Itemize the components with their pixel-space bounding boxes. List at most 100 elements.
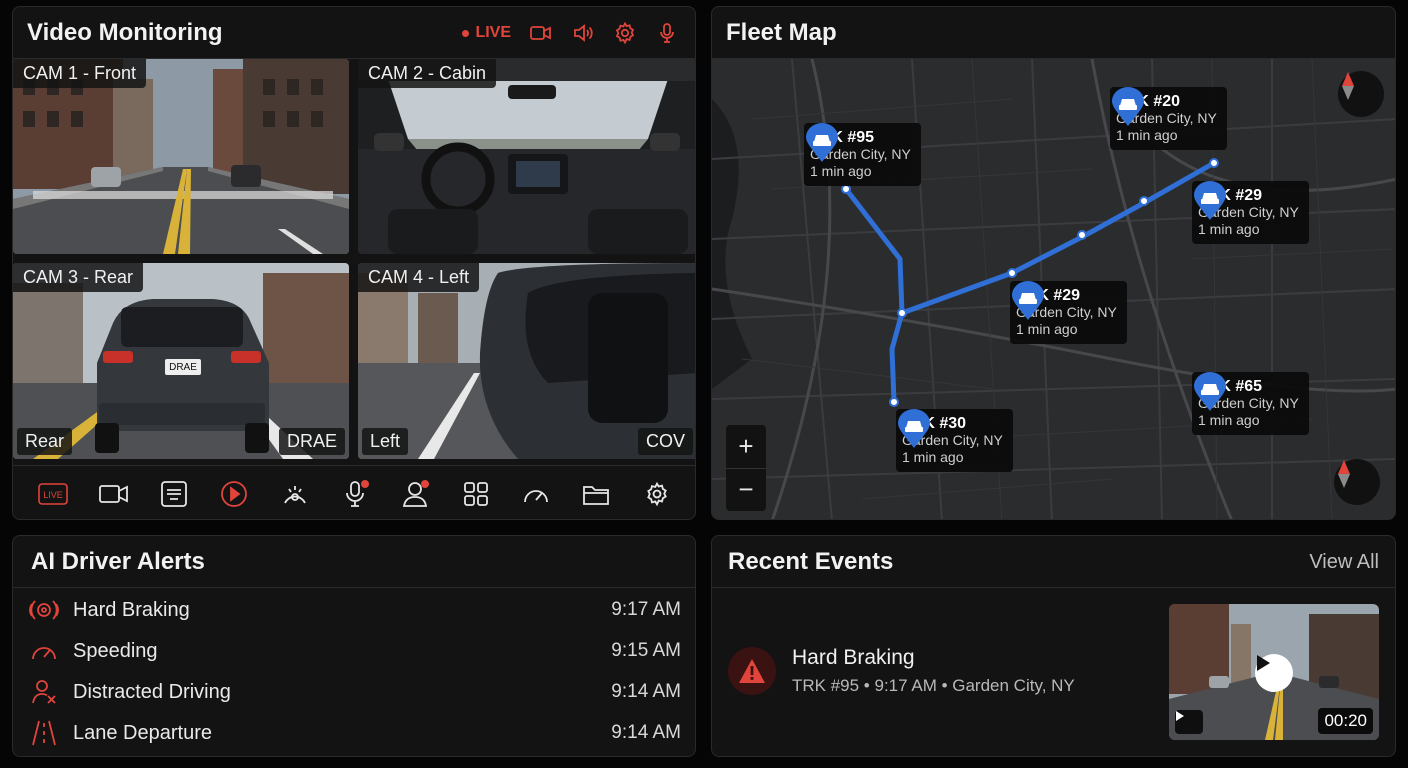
vehicle-marker[interactable]: TRK #30 Garden City, NY 1 min ago [896,409,1013,472]
camera-label: CAM 2 - Cabin [358,59,497,88]
zoom-out-button[interactable]: − [726,469,766,512]
compass-icon [1342,72,1354,100]
map-header: Fleet Map [712,7,1395,59]
marker-time: 1 min ago [1198,221,1260,237]
event-item[interactable]: Hard Braking TRK #95 • 9:17 AM • Garden … [728,646,1075,696]
microphone-icon[interactable] [655,21,679,45]
alert-time: 9:14 AM [611,722,681,743]
camera-tag-right: COV [637,428,693,455]
folder-button[interactable] [576,474,616,514]
distracted-driver-icon [29,677,59,707]
lane-departure-icon [29,718,59,748]
vehicle-marker[interactable]: TRK #29 Garden City, NY 1 min ago [1192,181,1309,244]
hard-braking-icon [29,595,59,625]
camera-tag-left: Left [362,428,409,455]
truck-pin-icon [806,123,838,162]
live-indicator[interactable]: LIVE [462,24,511,42]
truck-pin-icon [1194,181,1226,220]
grid-view-button[interactable] [456,474,496,514]
video-toolbar: LIVE [13,465,695,519]
marker-time: 1 min ago [902,449,964,465]
subtitles-button[interactable] [154,474,194,514]
alert-item[interactable]: Distracted Driving 9:14 AM [13,672,695,712]
alert-time: 9:15 AM [611,640,681,661]
alert-item[interactable]: Speeding 9:15 AM [13,631,695,671]
vehicle-marker[interactable]: TRK #20 Garden City, NY 1 min ago [1110,87,1227,150]
alert-label: Hard Braking [73,598,190,621]
events-title: Recent Events [728,547,894,575]
event-video-thumbnail[interactable]: 00:20 [1169,604,1379,740]
folder-icon [583,485,610,505]
vehicle-marker[interactable]: TRK #29 Garden City, NY 1 min ago [1010,281,1127,344]
gear-icon[interactable] [613,21,637,45]
steering-button[interactable] [275,474,315,514]
live-icon: LIVE [38,482,68,505]
truck-pin-icon [1112,87,1144,126]
toolbar-live-label: LIVE [43,490,63,500]
speedometer-icon [29,636,59,666]
play-button[interactable] [214,474,254,514]
compass-button[interactable] [1338,71,1384,117]
event-subtitle: TRK #95 • 9:17 AM • Garden City, NY [792,676,1075,695]
camera-label: CAM 3 - Rear [13,263,144,292]
map-canvas[interactable]: TRK #95 Garden City, NY 1 min ago TRK #20 G… [712,59,1395,519]
fleet-map-panel: Fleet Map TRK #95 Garden City, NY 1 min … [711,6,1396,520]
camera-feed-cabin[interactable]: CAM 2 - Cabin [358,59,695,254]
camera-label: CAM 4 - Left [358,263,480,292]
marker-time: 1 min ago [810,163,872,179]
grid-icon [463,481,488,506]
truck-pin-icon [1012,281,1044,320]
play-icon [1176,711,1184,721]
camera-feed-front[interactable]: CAM 1 - Front [13,59,349,254]
cabin-scene [358,59,695,254]
alert-label: Distracted Driving [73,680,231,703]
play-icon [1257,655,1270,671]
camera-grid: CAM 1 - Front CAM 2 - Cabin DRAE CAM 3 -… [13,59,695,459]
camera-label: CAM 1 - Front [13,59,147,88]
video-camera-icon [98,484,128,503]
warning-icon [728,647,776,695]
view-all-link[interactable]: View All [1309,536,1379,588]
alerts-header: AI Driver Alerts [13,536,695,588]
settings-button[interactable] [637,474,677,514]
truck-pin-icon [898,409,930,448]
alert-label: Lane Departure [73,721,212,744]
subtitles-icon [160,480,187,507]
zoom-controls: + − [726,425,766,511]
play-button[interactable] [1255,654,1293,692]
video-camera-icon[interactable] [529,21,553,45]
camera-tag-right: DRAE [278,428,345,455]
live-label: LIVE [475,24,511,41]
compass-icon [1338,460,1350,488]
zoom-in-button[interactable]: + [726,425,766,469]
vehicle-marker[interactable]: TRK #65 Garden City, NY 1 min ago [1192,372,1309,435]
recent-events-panel: Recent Events View All Hard Braking TRK … [711,535,1396,757]
alert-time: 9:14 AM [611,681,681,702]
driver-alert-button[interactable] [395,474,435,514]
events-header: Recent Events View All [712,536,1395,588]
vehicle-marker[interactable]: TRK #95 Garden City, NY 1 min ago [804,123,921,186]
video-duration: 00:20 [1318,708,1373,734]
event-title: Hard Braking [792,646,915,669]
speedometer-button[interactable] [516,474,556,514]
video-title: Video Monitoring [27,18,223,46]
video-camera-button[interactable] [94,474,134,514]
marker-time: 1 min ago [1198,412,1260,428]
compass-button[interactable] [1334,459,1380,505]
gear-icon [646,481,667,506]
camera-feed-rear[interactable]: DRAE CAM 3 - Rear Rear DRAE [13,263,349,459]
live-button[interactable]: LIVE [33,474,73,514]
plate-text: DRAE [169,361,197,373]
small-play-button[interactable] [1175,710,1203,734]
alert-time: 9:17 AM [611,599,681,620]
map-title: Fleet Map [726,18,837,46]
video-header: Video Monitoring LIVE [13,7,695,59]
alert-item[interactable]: Lane Departure 9:14 AM [13,713,695,753]
camera-feed-left[interactable]: CAM 4 - Left Left COV [358,263,695,459]
alert-label: Speeding [73,639,158,662]
truck-pin-icon [1194,372,1226,411]
intercom-button[interactable] [335,474,375,514]
video-monitoring-panel: Video Monitoring LIVE CAM 1 - Front CAM … [12,6,696,520]
alert-item[interactable]: Hard Braking 9:17 AM [13,590,695,630]
speaker-icon[interactable] [571,21,595,45]
